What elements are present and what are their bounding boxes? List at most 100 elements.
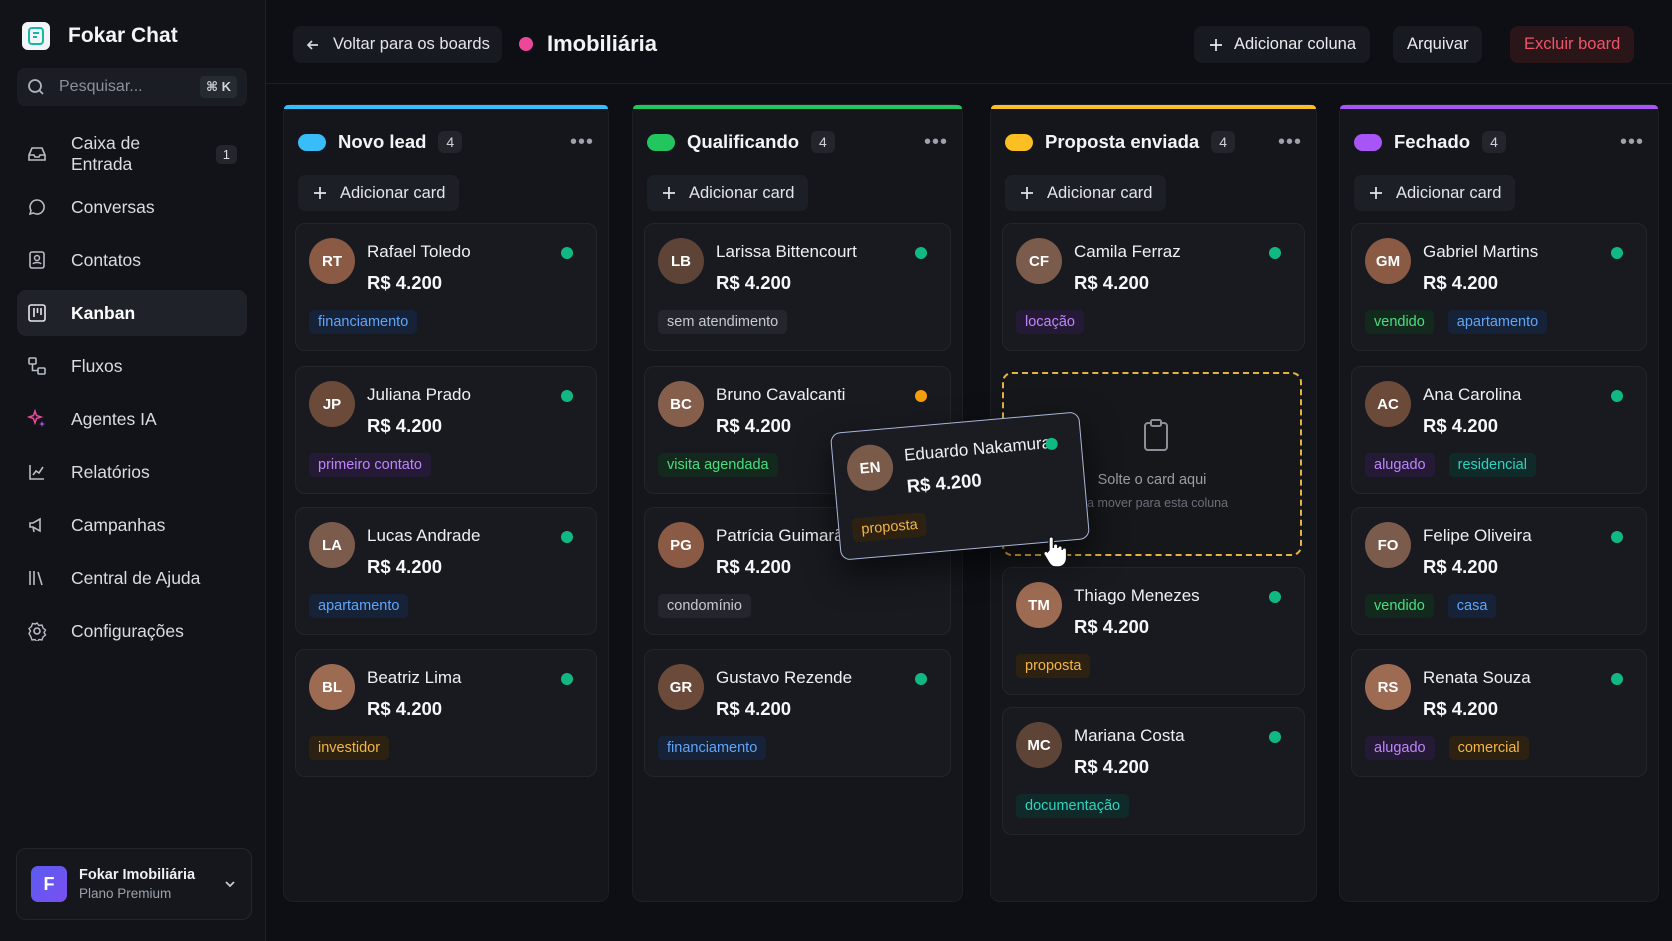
search-input[interactable]: Pesquisar... ⌘ K bbox=[17, 68, 247, 106]
card-value: R$ 4.200 bbox=[1423, 272, 1499, 293]
lead-card[interactable]: GM Gabriel Martins R$ 4.200 vendido apart… bbox=[1351, 223, 1647, 351]
flow-icon bbox=[27, 356, 47, 376]
chevron-down-icon bbox=[225, 881, 235, 888]
sidebar-item-fluxos[interactable]: Fluxos bbox=[17, 343, 247, 389]
delete-board-button[interactable]: Excluir board bbox=[1510, 26, 1635, 63]
lead-card[interactable]: LB Larissa Bittencourt R$ 4.200 sem aten… bbox=[644, 223, 951, 351]
card-tag: locação bbox=[1016, 310, 1084, 334]
column-count-badge: 4 bbox=[1211, 131, 1236, 153]
add-card-button[interactable]: Adicionar card bbox=[647, 175, 809, 211]
card-name: Rafael Toledo bbox=[367, 242, 471, 261]
card-tag: casa bbox=[1447, 594, 1497, 618]
add-column-label: Adicionar coluna bbox=[1234, 35, 1356, 53]
card-tag: financiamento bbox=[658, 736, 767, 760]
add-card-button[interactable]: Adicionar card bbox=[1005, 175, 1167, 211]
more-options-icon[interactable]: ••• bbox=[1620, 131, 1644, 154]
card-value: R$ 4.200 bbox=[1423, 556, 1499, 577]
avatar: LA bbox=[309, 522, 355, 568]
card-value: R$ 4.200 bbox=[905, 469, 983, 497]
column-color-bar bbox=[991, 105, 1316, 109]
column-color-bar bbox=[633, 105, 962, 109]
brand[interactable]: Fokar Chat bbox=[22, 22, 178, 50]
add-column-button[interactable]: Adicionar coluna bbox=[1194, 26, 1370, 63]
sidebar-item-contatos[interactable]: Contatos bbox=[17, 237, 247, 283]
add-card-button[interactable]: Adicionar card bbox=[298, 175, 460, 211]
card-value: R$ 4.200 bbox=[367, 415, 443, 436]
sidebar: Fokar Chat Pesquisar... ⌘ K Caixa de Ent… bbox=[0, 0, 266, 941]
board-title: Imobiliária bbox=[547, 31, 658, 56]
lead-card[interactable]: BL Beatriz Lima R$ 4.200 investidor bbox=[295, 649, 597, 777]
board-header: Voltar para os boards Imobiliária Adicio… bbox=[266, 0, 1672, 84]
column-color-pill bbox=[1005, 133, 1033, 151]
sidebar-item-label: Agentes IA bbox=[71, 408, 157, 429]
search-icon bbox=[28, 79, 44, 95]
sidebar-item-label: Caixa de Entrada bbox=[71, 133, 141, 174]
card-name: Juliana Prado bbox=[367, 385, 471, 404]
more-options-icon[interactable]: ••• bbox=[924, 131, 948, 154]
lead-card[interactable]: MC Mariana Costa R$ 4.200 documentação bbox=[1002, 707, 1305, 835]
status-indicator bbox=[915, 390, 927, 402]
sidebar-item-caixa-de-entrada[interactable]: Caixa de Entrada 1 bbox=[17, 131, 247, 177]
sidebar-item-kanban[interactable]: Kanban bbox=[17, 290, 247, 336]
status-indicator bbox=[1611, 531, 1623, 543]
more-options-icon[interactable]: ••• bbox=[1278, 131, 1302, 154]
card-tag: sem atendimento bbox=[658, 310, 788, 334]
gear-icon bbox=[27, 621, 47, 641]
plus-icon bbox=[663, 187, 675, 199]
lead-card[interactable]: RS Renata Souza R$ 4.200 alugado comercia… bbox=[1351, 649, 1647, 777]
lead-card[interactable]: GR Gustavo Rezende R$ 4.200 financiament… bbox=[644, 649, 951, 777]
column-title: Novo lead bbox=[338, 131, 427, 152]
lead-card[interactable]: AC Ana Carolina R$ 4.200 alugado residenc… bbox=[1351, 366, 1647, 494]
add-card-label: Adicionar card bbox=[340, 183, 446, 202]
app-name: Fokar Chat bbox=[68, 24, 178, 47]
card-name: Thiago Menezes bbox=[1074, 586, 1200, 605]
status-indicator bbox=[561, 390, 573, 402]
account-plan: Plano Premium bbox=[79, 886, 172, 901]
card-value: R$ 4.200 bbox=[1423, 415, 1499, 436]
sidebar-item-central-de-ajuda[interactable]: Central de Ajuda bbox=[17, 555, 247, 601]
archive-button[interactable]: Arquivar bbox=[1393, 26, 1483, 63]
lead-card[interactable]: JP Juliana Prado R$ 4.200 primeiro conta… bbox=[295, 366, 597, 494]
avatar: JP bbox=[309, 381, 355, 427]
plus-icon bbox=[1021, 187, 1033, 199]
sparkles-icon bbox=[27, 409, 47, 429]
clipboard-icon bbox=[1144, 419, 1168, 451]
lead-card[interactable]: RT Rafael Toledo R$ 4.200 financiamento bbox=[295, 223, 597, 351]
card-name: Lucas Andrade bbox=[367, 526, 481, 545]
inbox-icon bbox=[27, 144, 47, 164]
status-indicator bbox=[1611, 390, 1623, 402]
more-options-icon[interactable]: ••• bbox=[570, 131, 594, 154]
app-logo-icon bbox=[22, 22, 50, 50]
sidebar-item-campanhas[interactable]: Campanhas bbox=[17, 502, 247, 548]
card-tag: investidor bbox=[309, 736, 390, 760]
status-indicator bbox=[1045, 437, 1059, 451]
account-name: Fokar Imobiliária bbox=[79, 867, 196, 883]
account-switcher[interactable]: F Fokar Imobiliária Plano Premium bbox=[16, 848, 252, 920]
column-title: Qualificando bbox=[687, 131, 800, 152]
sidebar-item-configura-es[interactable]: Configurações bbox=[17, 608, 247, 654]
lead-card[interactable]: FO Felipe Oliveira R$ 4.200 vendido casa bbox=[1351, 507, 1647, 635]
sidebar-item-relat-rios[interactable]: Relatórios bbox=[17, 449, 247, 495]
card-tag: proposta bbox=[851, 512, 928, 543]
sidebar-item-conversas[interactable]: Conversas bbox=[17, 184, 247, 230]
card-value: R$ 4.200 bbox=[1423, 698, 1499, 719]
add-card-button[interactable]: Adicionar card bbox=[1354, 175, 1516, 211]
lead-card[interactable]: LA Lucas Andrade R$ 4.200 apartamento bbox=[295, 507, 597, 635]
column-title: Proposta enviada bbox=[1045, 131, 1200, 152]
back-to-boards-button[interactable]: Voltar para os boards bbox=[293, 26, 502, 63]
kanban-icon bbox=[27, 303, 47, 323]
card-value: R$ 4.200 bbox=[367, 698, 443, 719]
account-avatar: F bbox=[31, 866, 67, 902]
avatar: RS bbox=[1365, 664, 1411, 710]
chart-icon bbox=[27, 462, 47, 482]
lead-card[interactable]: CF Camila Ferraz R$ 4.200 locação bbox=[1002, 223, 1305, 351]
card-value: R$ 4.200 bbox=[716, 272, 792, 293]
card-value: R$ 4.200 bbox=[367, 272, 443, 293]
sidebar-item-agentes-ia[interactable]: Agentes IA bbox=[17, 396, 247, 442]
card-name: Mariana Costa bbox=[1074, 726, 1185, 745]
card-tag: apartamento bbox=[309, 594, 409, 618]
lead-card[interactable]: TM Thiago Menezes R$ 4.200 proposta bbox=[1002, 567, 1305, 695]
search-placeholder: Pesquisar... bbox=[59, 78, 143, 95]
avatar: PG bbox=[658, 522, 704, 568]
avatar: EN bbox=[845, 442, 895, 493]
